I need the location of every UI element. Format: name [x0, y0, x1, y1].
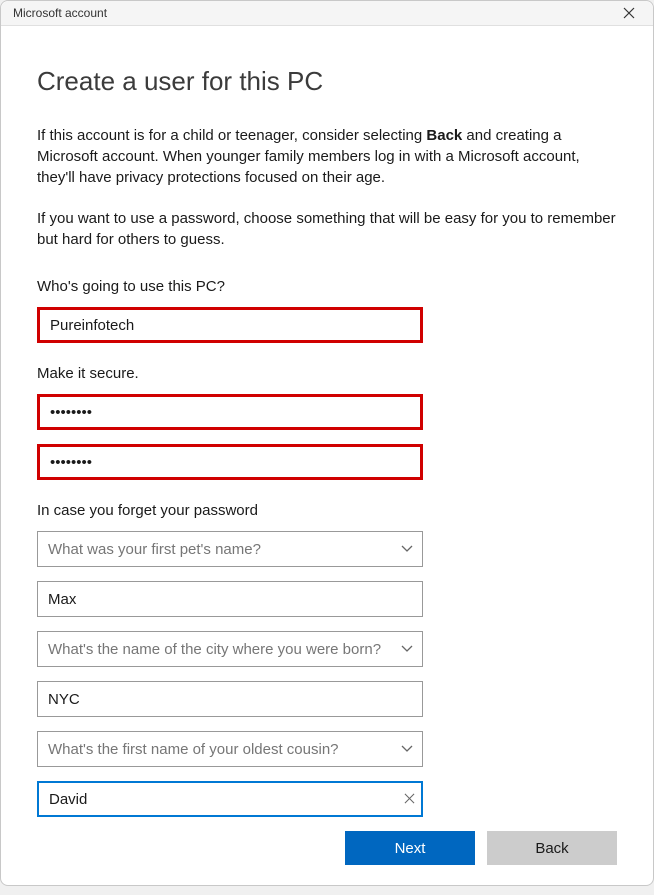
password-input[interactable] — [37, 394, 423, 430]
security-answer-1-row — [37, 581, 617, 617]
security-question-2-select[interactable]: What's the name of the city where you we… — [37, 631, 423, 667]
window: Microsoft account Create a user for this… — [0, 0, 654, 886]
next-button[interactable]: Next — [345, 831, 475, 865]
username-label: Who's going to use this PC? — [37, 278, 617, 295]
security-question-2-value: What's the name of the city where you we… — [37, 631, 423, 667]
back-button[interactable]: Back — [487, 831, 617, 865]
close-icon — [623, 7, 635, 19]
security-answer-3-row — [37, 781, 617, 817]
security-answer-3-input[interactable] — [37, 781, 423, 817]
username-row — [37, 307, 617, 343]
clear-input-button[interactable] — [404, 791, 415, 807]
intro-paragraph-2: If you want to use a password, choose so… — [37, 208, 617, 250]
security-answer-2-input[interactable] — [37, 681, 423, 717]
page-heading: Create a user for this PC — [37, 66, 617, 97]
password-confirm-input[interactable] — [37, 444, 423, 480]
security-question-3-value: What's the first name of your oldest cou… — [37, 731, 423, 767]
security-question-1-select[interactable]: What was your first pet's name? — [37, 531, 423, 567]
password-confirm-row — [37, 444, 617, 480]
password-row — [37, 394, 617, 430]
close-icon — [404, 793, 415, 804]
security-answer-2-row — [37, 681, 617, 717]
password-label: Make it secure. — [37, 365, 617, 382]
titlebar: Microsoft account — [1, 1, 653, 26]
security-question-3-select[interactable]: What's the first name of your oldest cou… — [37, 731, 423, 767]
close-button[interactable] — [613, 1, 645, 25]
security-question-1-value: What was your first pet's name? — [37, 531, 423, 567]
intro-paragraph-1: If this account is for a child or teenag… — [37, 125, 617, 188]
window-title: Microsoft account — [13, 6, 107, 20]
security-answer-1-input[interactable] — [37, 581, 423, 617]
content-area: Create a user for this PC If this accoun… — [1, 26, 653, 895]
username-input[interactable] — [37, 307, 423, 343]
security-questions-label: In case you forget your password — [37, 502, 617, 519]
button-row: Next Back — [37, 831, 617, 875]
